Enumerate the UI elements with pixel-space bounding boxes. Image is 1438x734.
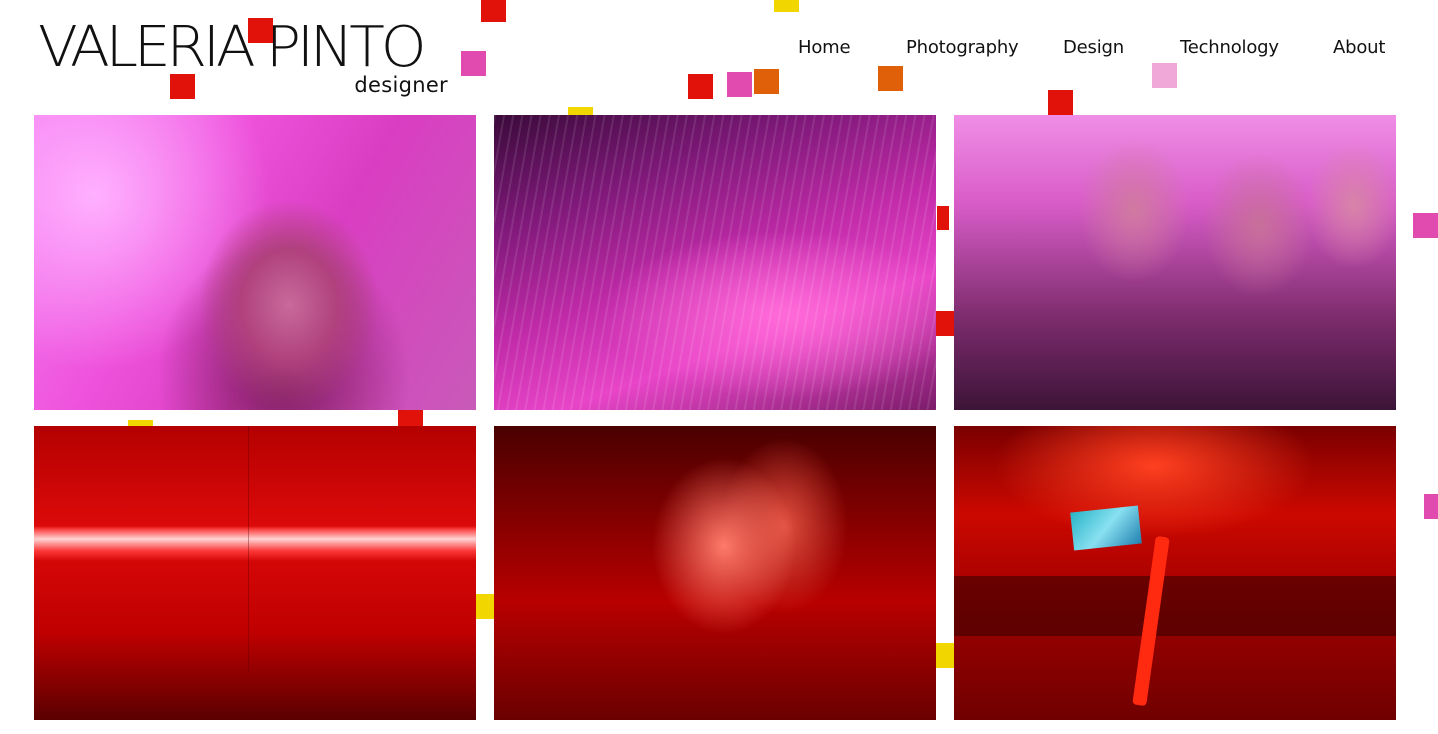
confetti-square: [937, 206, 949, 230]
nav-home[interactable]: Home: [798, 37, 851, 58]
confetti-square: [1152, 63, 1177, 88]
nav-technology[interactable]: Technology: [1180, 37, 1279, 58]
main-nav: Home Photography Design Technology About: [0, 37, 1438, 65]
gallery-photo-portrait[interactable]: [34, 115, 476, 410]
gallery-photo-neon-tube[interactable]: [34, 426, 476, 720]
confetti-square: [936, 643, 954, 668]
confetti-square: [878, 66, 903, 91]
confetti-square: [481, 0, 506, 22]
confetti-square: [1413, 213, 1438, 238]
confetti-square: [688, 74, 713, 99]
confetti-square: [461, 51, 486, 76]
confetti-square: [1424, 494, 1438, 519]
nav-about[interactable]: About: [1333, 37, 1385, 58]
confetti-square: [774, 0, 799, 12]
logo-subtitle: designer: [354, 73, 448, 97]
gallery-photo-chandelier[interactable]: [494, 115, 936, 410]
confetti-square: [128, 420, 153, 426]
confetti-square: [170, 74, 195, 99]
confetti-square: [248, 18, 273, 43]
confetti-square: [568, 107, 593, 115]
nav-photography[interactable]: Photography: [906, 37, 1019, 58]
gallery-photo-palm-lounge[interactable]: [954, 426, 1396, 720]
tv-screen-detail: [1070, 505, 1142, 551]
nav-design[interactable]: Design: [1063, 37, 1124, 58]
confetti-square: [754, 69, 779, 94]
gallery-photo-two-girls[interactable]: [494, 426, 936, 720]
confetti-square: [476, 594, 494, 619]
confetti-square: [398, 410, 423, 426]
confetti-square: [727, 72, 752, 97]
confetti-square: [1048, 90, 1073, 115]
palm-trunk-detail: [1132, 535, 1170, 707]
gallery-photo-friends[interactable]: [954, 115, 1396, 410]
confetti-square: [936, 311, 954, 336]
